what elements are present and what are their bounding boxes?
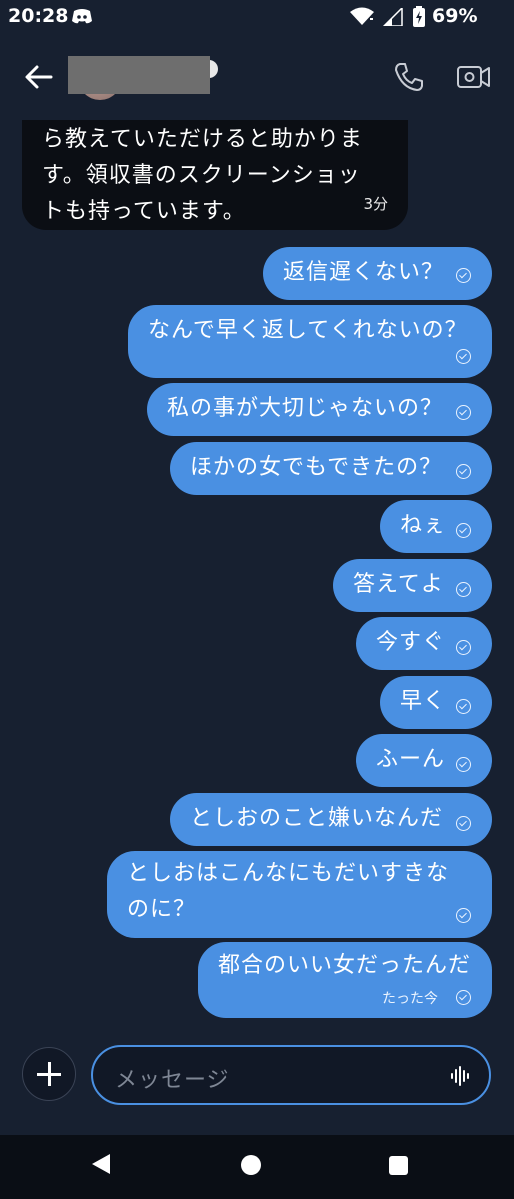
- signal-icon: [382, 8, 403, 26]
- plus-icon[interactable]: [22, 1047, 76, 1101]
- message-text: ほかの女でもできたの？: [190, 455, 443, 480]
- outgoing-message[interactable]: ねぇ: [380, 500, 492, 553]
- outgoing-message[interactable]: 私の事が大切じゃないの？: [147, 383, 492, 436]
- message-time: たった今: [382, 991, 438, 1007]
- sent-check-icon: [456, 990, 471, 1005]
- outgoing-message[interactable]: 返信遅くない？: [263, 247, 492, 300]
- message-text: 返信遅くない？: [283, 260, 445, 285]
- chat-header: [0, 34, 514, 120]
- message-text: のに？: [127, 897, 197, 922]
- sent-check-icon: [456, 523, 471, 538]
- outgoing-message[interactable]: なんで早く返してくれないの？: [128, 305, 492, 378]
- message-text: 早く: [400, 689, 447, 714]
- voice-wave-icon[interactable]: [449, 1064, 473, 1088]
- outgoing-message[interactable]: としおのこと嫌いなんだ: [170, 793, 492, 846]
- message-text: としおのこと嫌いなんだ: [190, 806, 444, 831]
- sent-check-icon: [456, 268, 471, 283]
- outgoing-message[interactable]: 今すぐ: [356, 617, 492, 670]
- wifi-icon: [350, 7, 374, 25]
- outgoing-message[interactable]: としおはこんなにもだいすきな のに？: [107, 851, 492, 938]
- sent-check-icon: [456, 757, 471, 772]
- redacted-contact-name[interactable]: [68, 56, 210, 94]
- outgoing-message[interactable]: 都合のいい女だったんだ たった今: [198, 942, 492, 1018]
- nav-back-icon[interactable]: [92, 1154, 110, 1174]
- outgoing-message[interactable]: ふーん: [356, 734, 492, 787]
- video-camera-icon[interactable]: [456, 62, 492, 92]
- sent-check-icon: [456, 908, 471, 923]
- message-line: ら教えていただけると助かりま: [42, 127, 363, 152]
- message-text: ねぇ: [400, 513, 447, 538]
- incoming-message[interactable]: ら教えていただけると助かりま す。領収書のスクリーンショッ トも持っています。 …: [22, 120, 408, 230]
- status-time: 20:28: [8, 5, 69, 27]
- sent-check-icon: [456, 464, 471, 479]
- battery-icon: [413, 6, 425, 27]
- message-text: 今すぐ: [376, 630, 446, 655]
- message-time: 3分: [363, 195, 388, 213]
- system-nav-bar: [0, 1135, 514, 1199]
- sent-check-icon: [456, 640, 471, 655]
- outgoing-message[interactable]: 答えてよ: [333, 559, 492, 612]
- input-placeholder: メッセージ: [115, 1068, 230, 1093]
- status-bar: 20:28 69%: [0, 0, 514, 34]
- nav-home-icon[interactable]: [241, 1155, 261, 1175]
- message-text: 私の事が大切じゃないの？: [167, 396, 444, 421]
- outgoing-message[interactable]: ほかの女でもできたの？: [170, 442, 492, 495]
- outgoing-message[interactable]: 早く: [380, 676, 492, 729]
- message-text: としおはこんなにもだいすきな: [127, 861, 450, 886]
- message-text: なんで早く返してくれないの？: [148, 318, 468, 343]
- battery-percent: 69%: [432, 5, 478, 27]
- sent-check-icon: [456, 349, 471, 364]
- discord-icon: [72, 9, 92, 24]
- message-line: す。領収書のスクリーンショッ: [42, 163, 361, 188]
- phone-icon[interactable]: [392, 60, 426, 94]
- nav-recents-icon[interactable]: [389, 1156, 408, 1175]
- sent-check-icon: [456, 582, 471, 597]
- message-text: ら教えていただけると助かりま す。領収書のスクリーンショッ トも持っています。: [42, 122, 390, 230]
- message-text: 都合のいい女だったんだ: [218, 953, 472, 978]
- message-text: ふーん: [376, 747, 446, 772]
- message-text: 答えてよ: [353, 572, 444, 597]
- message-list[interactable]: ら教えていただけると助かりま す。領収書のスクリーンショッ トも持っています。 …: [0, 120, 514, 1036]
- back-arrow-icon[interactable]: [22, 60, 56, 94]
- message-line: トも持っています。: [42, 199, 246, 224]
- sent-check-icon: [456, 816, 471, 831]
- sent-check-icon: [456, 405, 471, 420]
- sent-check-icon: [456, 699, 471, 714]
- message-input[interactable]: メッセージ: [91, 1045, 491, 1105]
